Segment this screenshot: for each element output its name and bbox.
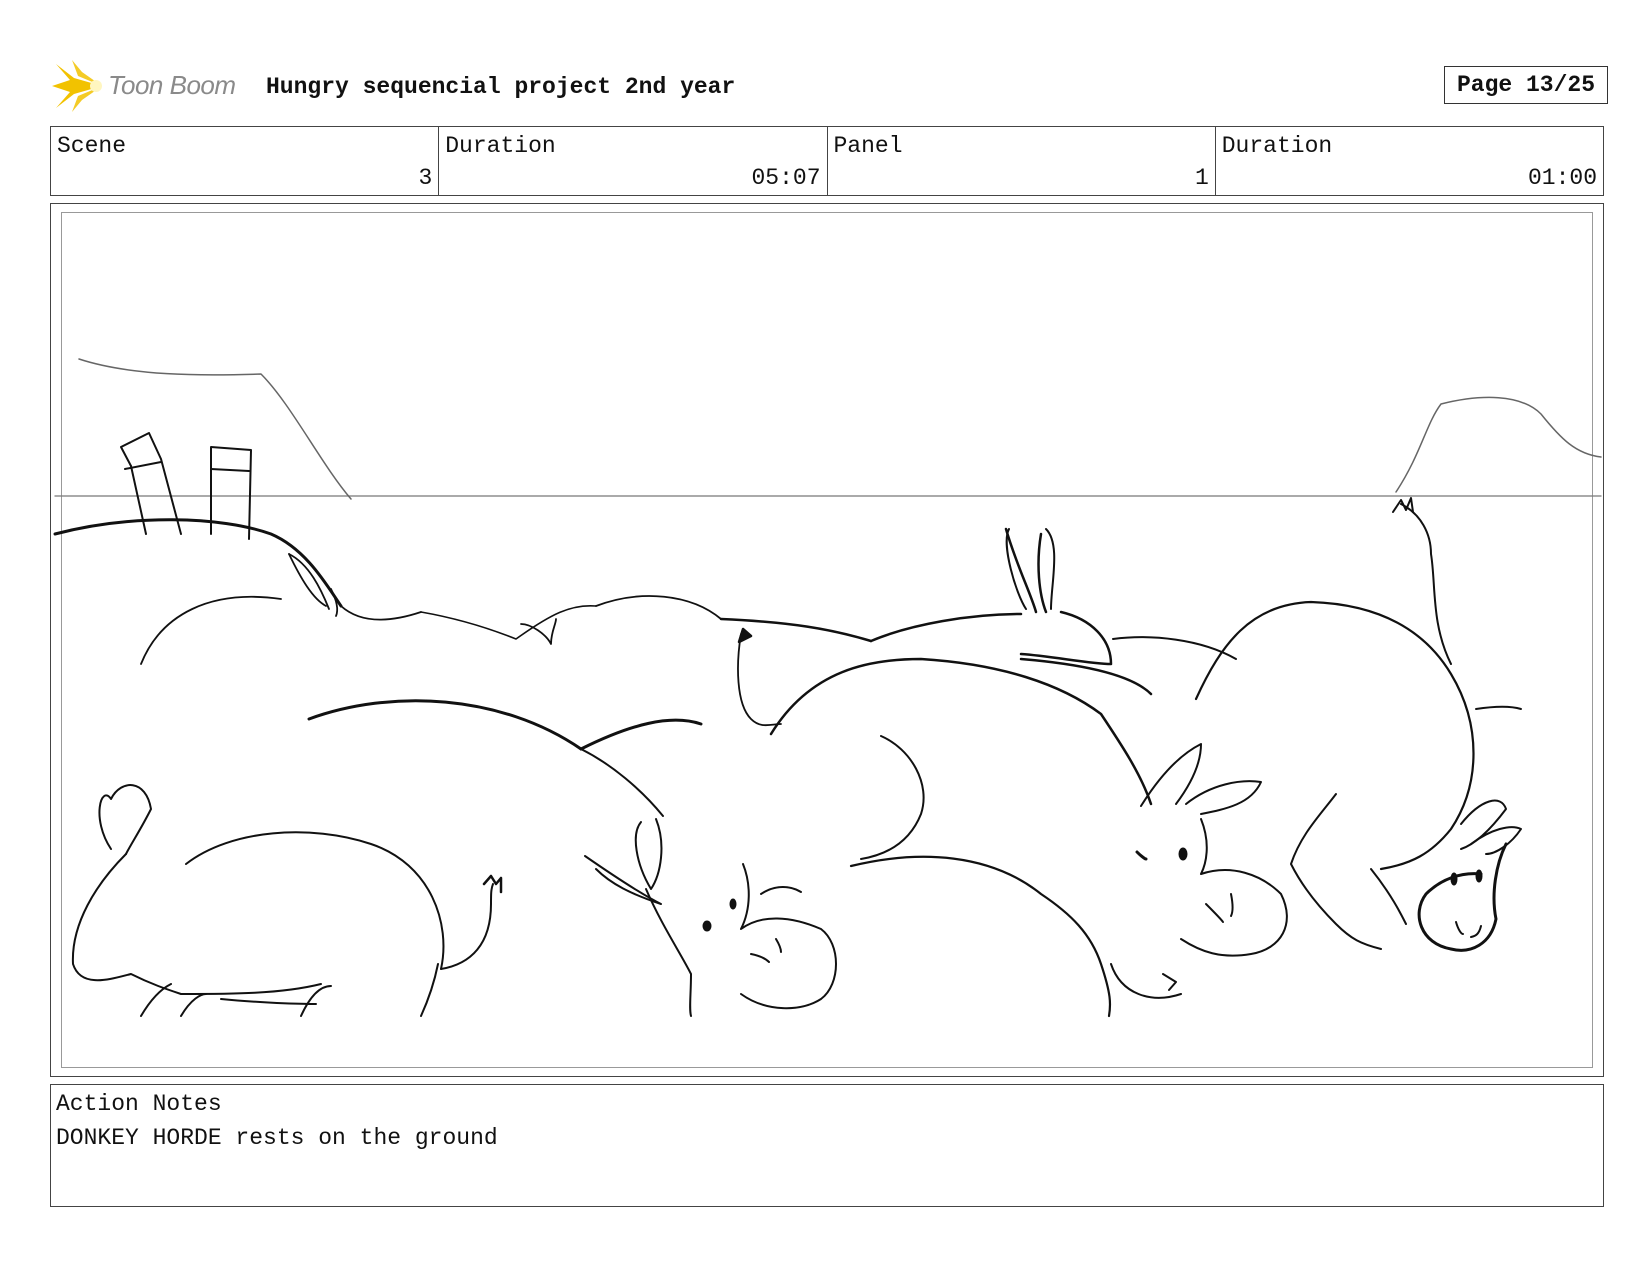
scene-value: 3 (418, 165, 433, 191)
sketch-drawing (53, 358, 1602, 1018)
panel-cell: Panel 1 (828, 127, 1216, 195)
panel-duration-value: 01:00 (1527, 165, 1597, 191)
panel-value: 1 (1194, 165, 1209, 191)
donkey-back-4 (769, 657, 1153, 806)
donkey-right-middle-body (849, 855, 1112, 1018)
donkey-right-front-body (1290, 793, 1382, 950)
donkey-head-2 (737, 633, 782, 727)
donkey-tail-front-left (440, 883, 494, 970)
donkey-eye-middle (702, 920, 712, 932)
right-mesa (1395, 396, 1602, 493)
donkey-ears-right-middle (1140, 743, 1202, 807)
action-notes: Action Notes DONKEY HORDE rests on the g… (50, 1084, 1604, 1207)
project-title: Hungry sequencial project 2nd year (266, 74, 736, 100)
scene-duration-cell: Duration 05:07 (439, 127, 828, 195)
donkey-rump-4 (860, 735, 925, 860)
donkey-middle-body (645, 888, 692, 1017)
scene-duration-label: Duration (445, 133, 556, 159)
panel-label: Panel (833, 133, 903, 159)
action-notes-text: DONKEY HORDE rests on the ground (56, 1125, 498, 1151)
storyboard-header: Toon Boom Hungry sequencial project 2nd … (52, 58, 1612, 118)
donkey-ears-middle (634, 818, 663, 890)
donkey-head-middle (740, 863, 837, 1010)
action-notes-label: Action Notes (56, 1091, 222, 1117)
page-number: Page 13/25 (1444, 66, 1608, 104)
donkey-ears-right-front (1460, 799, 1507, 850)
storyboard-panel (50, 203, 1604, 1077)
donkey-front-left (71, 853, 322, 995)
donkey-head-right-middle (1180, 818, 1288, 957)
scene-cell: Scene 3 (51, 127, 440, 195)
donkey-tail-5 (1400, 503, 1452, 665)
left-mesa (78, 358, 352, 500)
donkey-back-5 (1194, 600, 1475, 871)
donkey-back-3 (307, 699, 583, 751)
front-hill (53, 518, 343, 608)
toon-boom-logo: Toon Boom (52, 58, 252, 114)
panel-duration-cell: Duration 01:00 (1216, 127, 1603, 195)
donkey-back-1 (140, 595, 282, 665)
scene-duration-value: 05:07 (751, 165, 821, 191)
panel-duration-label: Duration (1221, 133, 1333, 159)
scene-label: Scene (57, 133, 127, 159)
star-burst-icon (52, 60, 102, 112)
logo-text: Toon Boom (108, 70, 236, 100)
scene-info-row: Scene 3 Duration 05:07 Panel 1 Duration … (50, 126, 1604, 196)
donkey-ears-front-left (98, 784, 152, 855)
